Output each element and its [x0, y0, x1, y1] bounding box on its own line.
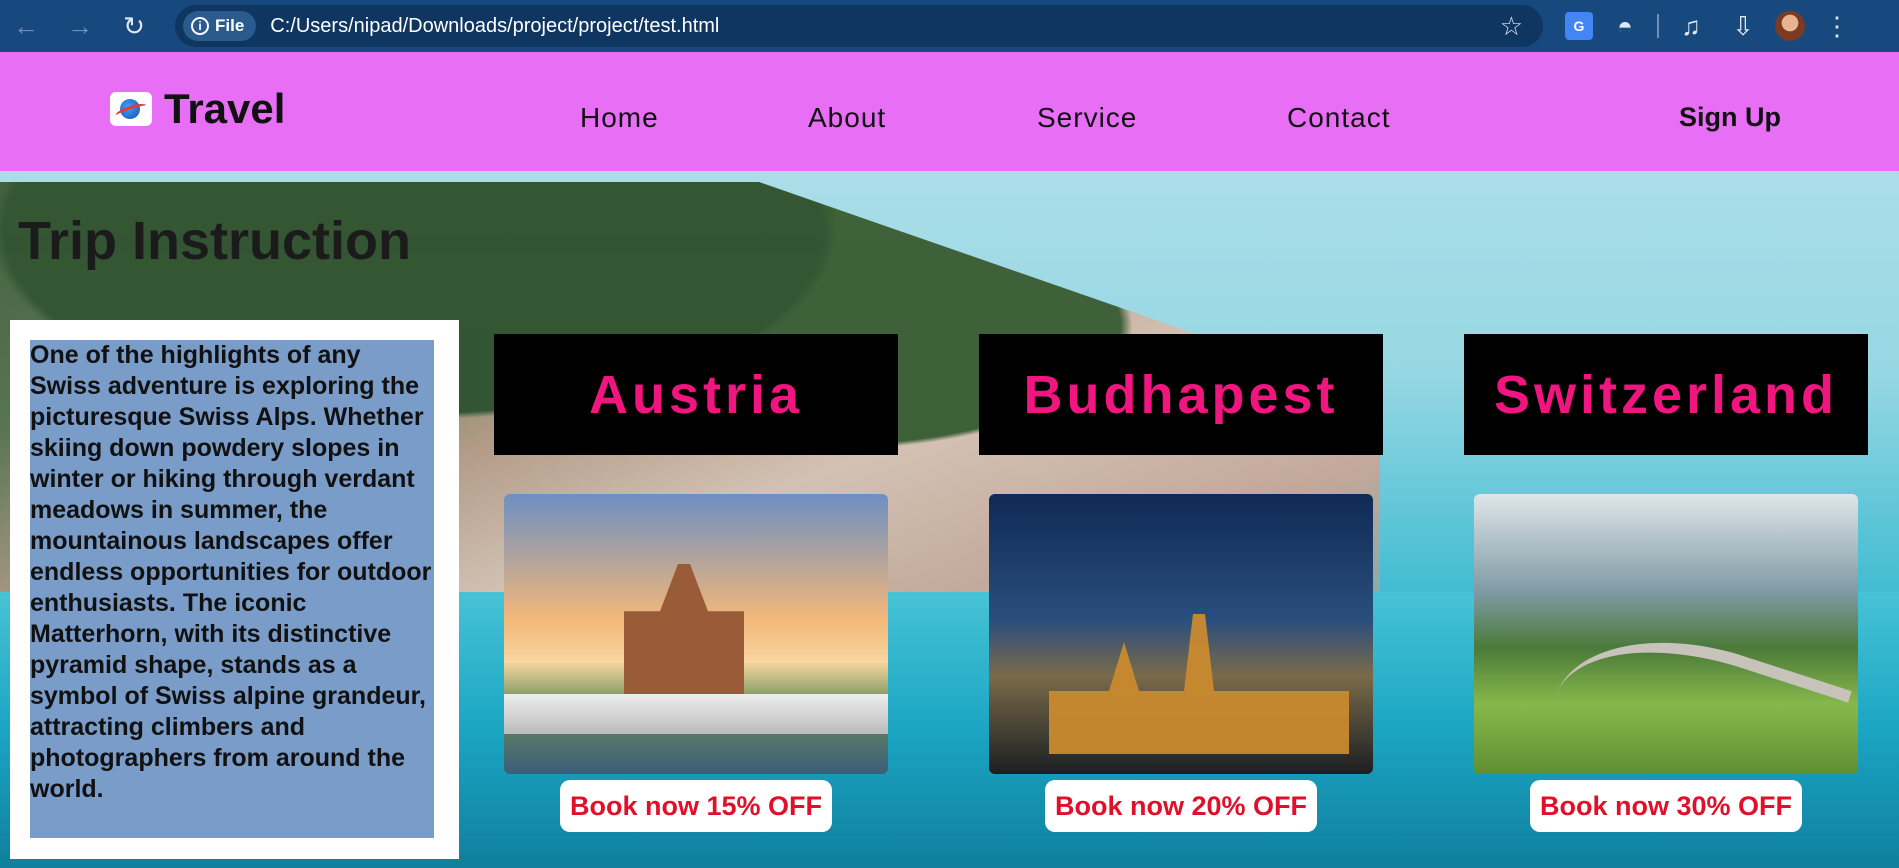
nav-home[interactable]: Home: [580, 102, 659, 134]
card-title-switzerland: Switzerland: [1464, 334, 1868, 455]
browser-toolbar: ← → ↻ i File C:/Users/nipad/Downloads/pr…: [0, 0, 1899, 52]
book-button-budhapest[interactable]: Book now 20% OFF: [1045, 780, 1317, 832]
card-title-austria: Austria: [494, 334, 898, 455]
book-button-switzerland[interactable]: Book now 30% OFF: [1530, 780, 1802, 832]
toolbar-separator: [1657, 14, 1659, 38]
nav-service[interactable]: Service: [1037, 102, 1137, 134]
nav-about[interactable]: About: [808, 102, 886, 134]
site-logo[interactable]: Travel: [110, 85, 285, 133]
media-playlist-icon[interactable]: ♫: [1671, 6, 1711, 46]
card-title-budhapest: Budhapest: [979, 334, 1383, 455]
globe-plane-icon: [110, 92, 152, 126]
menu-kebab-icon[interactable]: ⋮: [1817, 6, 1857, 46]
austria-photo: [504, 494, 888, 774]
signup-link[interactable]: Sign Up: [1679, 102, 1781, 133]
page-title: Trip Instruction: [18, 211, 412, 271]
book-button-austria[interactable]: Book now 15% OFF: [560, 780, 832, 832]
switzerland-photo: [1474, 494, 1858, 774]
address-bar[interactable]: i File C:/Users/nipad/Downloads/project/…: [175, 5, 1543, 47]
forward-arrow-icon[interactable]: →: [60, 6, 100, 46]
site-header: Travel Home About Service Contact Sign U…: [0, 52, 1899, 171]
intro-card: One of the highlights of any Swiss adven…: [10, 320, 459, 859]
toolbar-icons: G ◓ ♫ ⇩ ⋮: [1565, 6, 1857, 46]
intro-paragraph: One of the highlights of any Swiss adven…: [30, 340, 434, 838]
bookmark-star-icon[interactable]: ☆: [1500, 11, 1523, 42]
file-chip[interactable]: i File: [183, 11, 257, 41]
profile-avatar[interactable]: [1775, 11, 1805, 41]
translate-icon[interactable]: G: [1565, 12, 1593, 40]
page: Travel Home About Service Contact Sign U…: [0, 52, 1899, 868]
nav-contact[interactable]: Contact: [1287, 102, 1391, 134]
reload-icon[interactable]: ↻: [114, 6, 154, 46]
extensions-icon[interactable]: ◓: [1605, 6, 1645, 46]
logo-text: Travel: [164, 85, 286, 132]
file-chip-label: File: [215, 16, 245, 35]
url-text[interactable]: C:/Users/nipad/Downloads/project/project…: [270, 15, 719, 38]
download-icon[interactable]: ⇩: [1723, 6, 1763, 46]
info-icon: i: [191, 17, 209, 35]
budhapest-photo: [989, 494, 1373, 774]
back-arrow-icon[interactable]: ←: [6, 6, 46, 46]
